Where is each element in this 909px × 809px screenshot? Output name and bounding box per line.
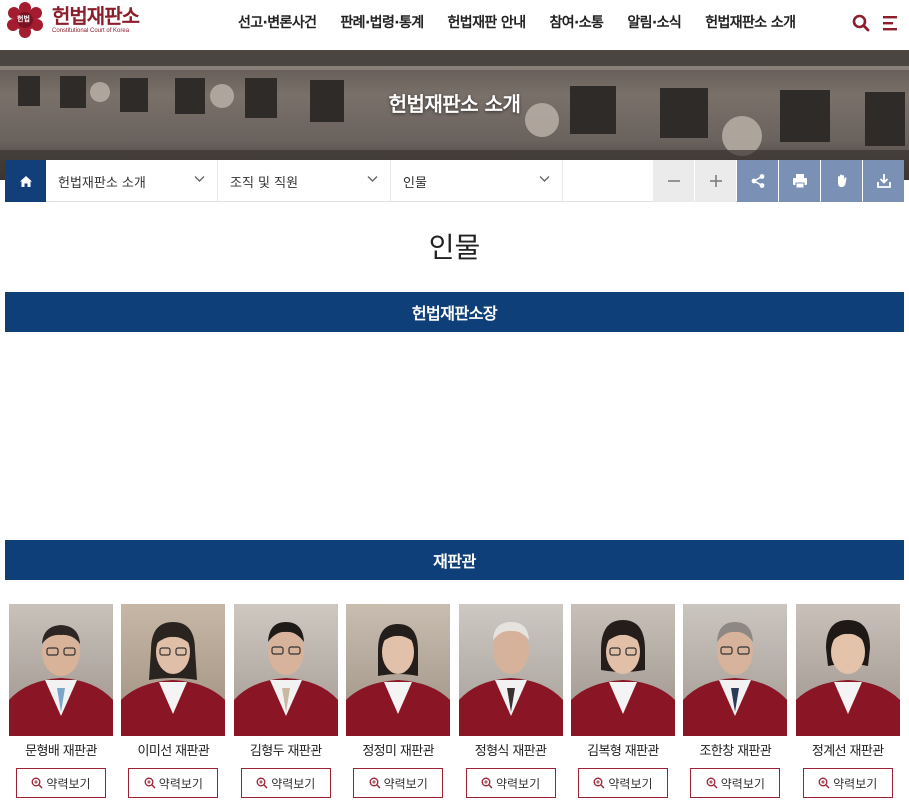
justice-name: 문형배 재판관	[25, 744, 97, 759]
justice-name: 정정미 재판관	[362, 744, 435, 759]
view-career-label: 약력보기	[833, 776, 878, 791]
section-president-header: 헌법재판소장	[5, 292, 904, 332]
home-icon	[19, 175, 32, 187]
zoom-out-button[interactable]	[653, 160, 694, 202]
search-icon[interactable]	[852, 14, 870, 32]
nav-item-guide[interactable]: 헌법재판 안내	[448, 13, 527, 33]
location-bar: 헌법재판소 소개 조직 및 직원 인물	[5, 160, 904, 202]
magnifier-plus-icon	[706, 777, 718, 789]
view-career-button[interactable]: 약력보기	[465, 768, 556, 798]
magnifier-plus-icon	[256, 777, 268, 789]
justice-card: 김복형 재판관 약력보기	[570, 604, 675, 798]
justice-name: 조한창 재판관	[699, 744, 772, 759]
sign-language-icon	[837, 174, 847, 187]
main-navigation: 선고·변론사건 판례·법령·통계 헌법재판 안내 참여·소통 알림·소식 헌법재…	[238, 13, 819, 33]
nav-item-cases[interactable]: 선고·변론사건	[238, 13, 317, 33]
view-career-label: 약력보기	[383, 776, 428, 791]
view-career-label: 약력보기	[158, 776, 203, 791]
justice-name: 정형식 재판관	[474, 744, 547, 759]
sign-language-button[interactable]	[821, 160, 862, 202]
magnifier-plus-icon	[369, 777, 381, 789]
location-spacer	[563, 160, 652, 201]
magnifier-plus-icon	[818, 777, 830, 789]
location-select-level3[interactable]: 인물	[391, 160, 563, 202]
justice-card: 조한창 재판관 약력보기	[683, 604, 788, 798]
chevron-down-icon	[194, 176, 205, 182]
justice-portrait	[683, 604, 788, 736]
site-logo[interactable]: 헌법 헌법재판소 Constitutional Court of Korea	[4, 0, 140, 40]
justice-portrait	[570, 604, 675, 736]
download-icon	[876, 174, 891, 188]
justice-portrait	[233, 604, 338, 736]
justice-portrait	[9, 604, 113, 736]
justice-name: 정계선 재판관	[811, 744, 884, 759]
print-button[interactable]	[779, 160, 820, 202]
justice-name: 김형두 재판관	[249, 744, 322, 759]
location-select-level1[interactable]: 헌법재판소 소개	[46, 160, 218, 202]
zoom-in-button[interactable]	[695, 160, 736, 202]
location-level2-label: 조직 및 직원	[230, 175, 299, 191]
location-select-level2[interactable]: 조직 및 직원	[218, 160, 391, 202]
page-title: 인물	[428, 231, 481, 264]
justice-portrait	[346, 604, 451, 736]
justice-card: 문형배 재판관 약력보기	[9, 604, 113, 798]
menu-icon[interactable]	[883, 14, 901, 32]
view-career-label: 약력보기	[495, 776, 541, 791]
view-career-label: 약력보기	[608, 776, 653, 791]
justice-name: 김복형 재판관	[587, 744, 659, 759]
justice-card: 김형두 재판관 약력보기	[233, 604, 338, 798]
justice-card: 정계선 재판관 약력보기	[795, 604, 900, 798]
magnifier-plus-icon	[31, 777, 43, 789]
view-career-button[interactable]: 약력보기	[690, 768, 781, 798]
view-career-button[interactable]: 약력보기	[577, 768, 668, 798]
share-button[interactable]	[737, 160, 778, 202]
magnifier-plus-icon	[481, 777, 493, 789]
view-career-button[interactable]: 약력보기	[802, 768, 893, 798]
nav-item-participation[interactable]: 참여·소통	[550, 13, 604, 33]
justice-card: 정형식 재판관 약력보기	[458, 604, 563, 798]
section-justices-header: 재판관	[5, 540, 904, 580]
justice-portrait	[458, 604, 563, 736]
share-icon	[751, 174, 764, 188]
banner-title: 헌법재판소 소개	[388, 92, 521, 116]
view-career-button[interactable]: 약력보기	[128, 768, 219, 798]
view-career-button[interactable]: 약력보기	[16, 768, 106, 798]
court-emblem-icon: 헌법	[4, 2, 46, 38]
logo-subtitle: Constitutional Court of Korea	[52, 28, 130, 34]
justice-portrait	[121, 604, 226, 736]
download-button[interactable]	[863, 160, 904, 202]
emblem-text: 헌법	[17, 15, 30, 23]
chevron-down-icon	[539, 176, 550, 182]
logo-title: 헌법재판소	[52, 4, 140, 28]
magnifier-plus-icon	[144, 777, 156, 789]
zoom-out-icon	[667, 180, 680, 182]
justice-card: 이미선 재판관 약력보기	[121, 604, 226, 798]
home-button[interactable]	[5, 160, 46, 202]
chevron-down-icon	[367, 176, 378, 182]
view-career-label: 약력보기	[46, 776, 91, 791]
location-level3-label: 인물	[403, 175, 427, 191]
justice-portrait	[795, 604, 900, 736]
justice-name: 이미선 재판관	[137, 744, 210, 759]
zoom-in-icon	[709, 175, 722, 187]
view-career-button[interactable]: 약력보기	[240, 768, 331, 798]
print-icon	[792, 174, 807, 189]
view-career-label: 약력보기	[720, 776, 765, 791]
justice-card: 정정미 재판관 약력보기	[346, 604, 451, 798]
nav-item-about[interactable]: 헌법재판소 소개	[705, 13, 796, 33]
site-header: 헌법 헌법재판소 Constitutional Court of Korea 선…	[0, 0, 909, 50]
view-career-button[interactable]: 약력보기	[353, 768, 444, 798]
location-level1-label: 헌법재판소 소개	[58, 175, 146, 191]
nav-item-precedents[interactable]: 판례·법령·통계	[340, 13, 424, 33]
nav-item-news[interactable]: 알림·소식	[627, 13, 681, 33]
president-content-area	[5, 332, 904, 540]
justice-list: 문형배 재판관 약력보기 이미선 재판관 약력보기 김형두 재판관 약력보기 정…	[9, 604, 901, 798]
magnifier-plus-icon	[593, 777, 605, 789]
view-career-label: 약력보기	[271, 776, 316, 791]
